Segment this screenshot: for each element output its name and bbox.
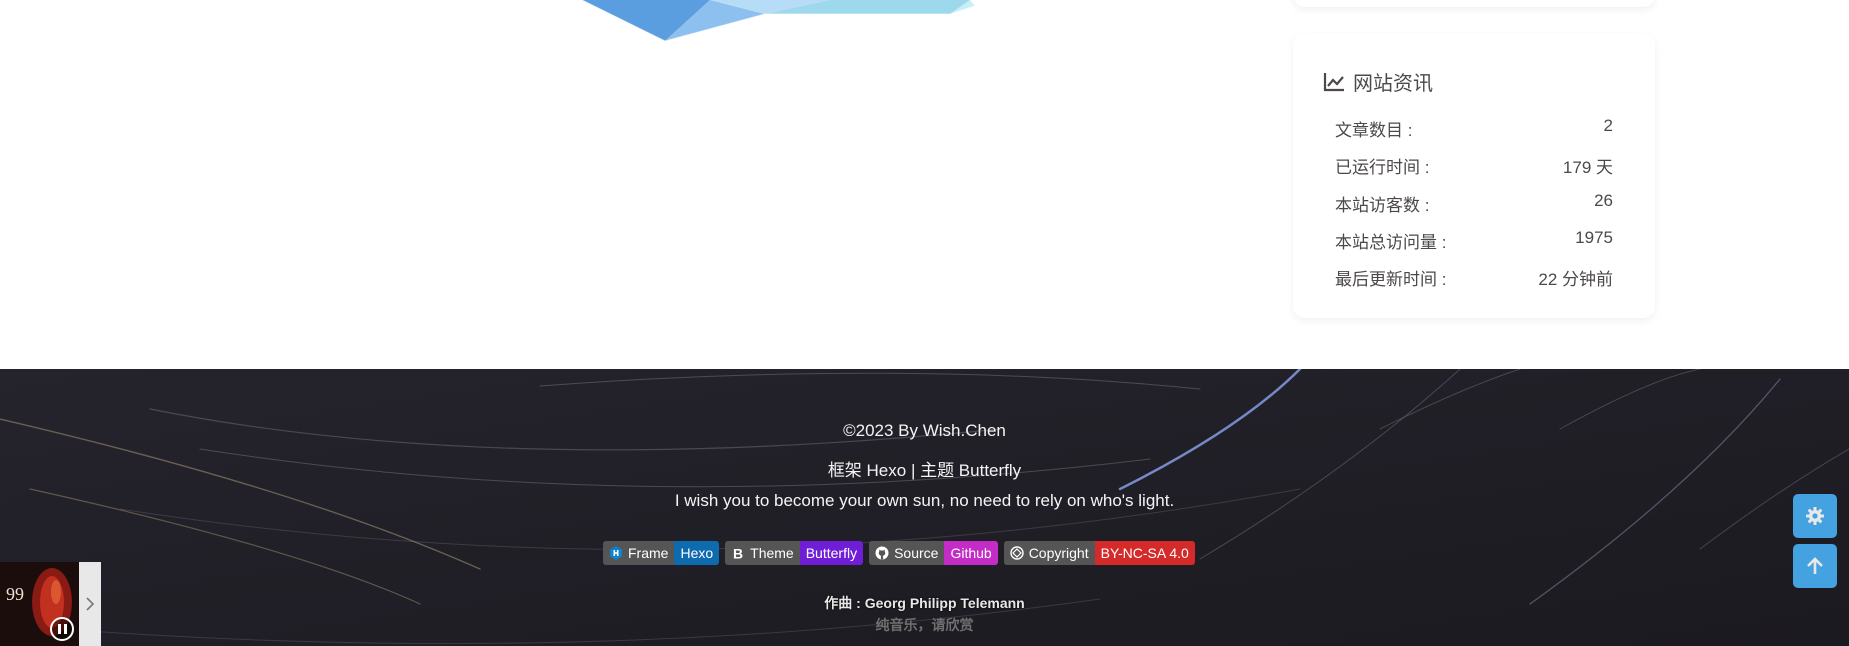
site-info-card: 网站资讯 文章数目 : 2 已运行时间 : 179 天 本站访客数 : 26 本… xyxy=(1293,33,1655,318)
hexo-icon xyxy=(610,546,622,560)
badge-label: Source xyxy=(894,545,939,561)
github-icon xyxy=(875,546,889,560)
info-row-page-views: 本站总访问量 : 1975 xyxy=(1335,228,1613,253)
info-row-runtime: 已运行时间 : 179 天 xyxy=(1335,153,1613,178)
badge-theme-butterfly[interactable]: B Theme Butterfly xyxy=(725,541,864,565)
site-info-header: 网站资讯 xyxy=(1323,67,1433,96)
pause-button[interactable] xyxy=(50,617,74,641)
chevron-right-icon xyxy=(86,597,95,611)
settings-button[interactable] xyxy=(1793,494,1837,538)
badge-source-github[interactable]: Source Github xyxy=(869,541,998,565)
footer-copyright: ©2023 By Wish.Chen xyxy=(843,421,1006,440)
music-player: 99 xyxy=(0,562,101,646)
gear-icon xyxy=(1806,507,1824,525)
badge-left: Frame xyxy=(603,541,675,565)
info-value: 26 xyxy=(1594,191,1613,210)
arrow-up-icon xyxy=(1807,557,1823,574)
site-info-title: 网站资讯 xyxy=(1353,73,1433,95)
info-label: 最后更新时间 : xyxy=(1335,270,1447,289)
badge-value: Hexo xyxy=(674,541,720,565)
info-label: 文章数目 : xyxy=(1335,121,1413,140)
info-value: 22 分钟前 xyxy=(1538,270,1613,289)
decorative-polygon-image xyxy=(581,0,976,42)
info-label: 已运行时间 : xyxy=(1335,158,1430,177)
badge-left: Copyright xyxy=(1003,541,1095,565)
badge-label: Copyright xyxy=(1028,545,1089,561)
info-value: 179 天 xyxy=(1562,158,1613,177)
previous-sidebar-card xyxy=(1293,0,1655,7)
info-value: 2 xyxy=(1603,116,1613,135)
badge-value: Butterfly xyxy=(799,541,864,565)
footer-motto: I wish you to become your own sun, no ne… xyxy=(674,491,1175,510)
badge-left: B Theme xyxy=(725,541,800,565)
info-row-article-count: 文章数目 : 2 xyxy=(1335,116,1613,141)
badge-value: Github xyxy=(944,541,998,565)
info-value: 1975 xyxy=(1575,228,1613,247)
info-label: 本站总访问量 : xyxy=(1335,233,1447,252)
main-content-area: 网站资讯 文章数目 : 2 已运行时间 : 179 天 本站访客数 : 26 本… xyxy=(0,0,1849,369)
album-cover: 99 xyxy=(0,562,79,646)
site-footer: ©2023 By Wish.Chen 框架 Hexo | 主题 Butterfl… xyxy=(0,369,1849,646)
badge-left: Source xyxy=(869,541,945,565)
info-row-visitors: 本站访客数 : 26 xyxy=(1335,191,1613,216)
bold-b-icon: B xyxy=(733,546,743,560)
badge-label: Frame xyxy=(628,545,669,561)
back-to-top-button[interactable] xyxy=(1793,544,1837,588)
line-chart-icon xyxy=(1323,72,1344,91)
footer-badges: Frame Hexo B Theme Butterfly Source Gith… xyxy=(603,541,1195,565)
footer-framework-line: 框架 Hexo | 主题 Butterfly xyxy=(827,461,1022,480)
svg-text:B: B xyxy=(733,546,743,560)
player-lyric-line: 作曲 : Georg Philipp Telemann xyxy=(824,595,1025,611)
player-collapse-toggle[interactable] xyxy=(79,562,101,646)
copyright-icon xyxy=(1009,546,1024,560)
badge-label: Theme xyxy=(750,545,794,561)
info-label: 本站访客数 : xyxy=(1335,196,1430,215)
album-cover-number: 99 xyxy=(6,584,24,604)
badge-copyright-license[interactable]: Copyright BY-NC-SA 4.0 xyxy=(1003,541,1195,565)
player-lyric-subline: 纯音乐，请欣赏 xyxy=(875,617,974,633)
badge-value: BY-NC-SA 4.0 xyxy=(1094,541,1195,565)
info-row-last-updated: 最后更新时间 : 22 分钟前 xyxy=(1335,265,1613,290)
badge-frame-hexo[interactable]: Frame Hexo xyxy=(603,541,720,565)
